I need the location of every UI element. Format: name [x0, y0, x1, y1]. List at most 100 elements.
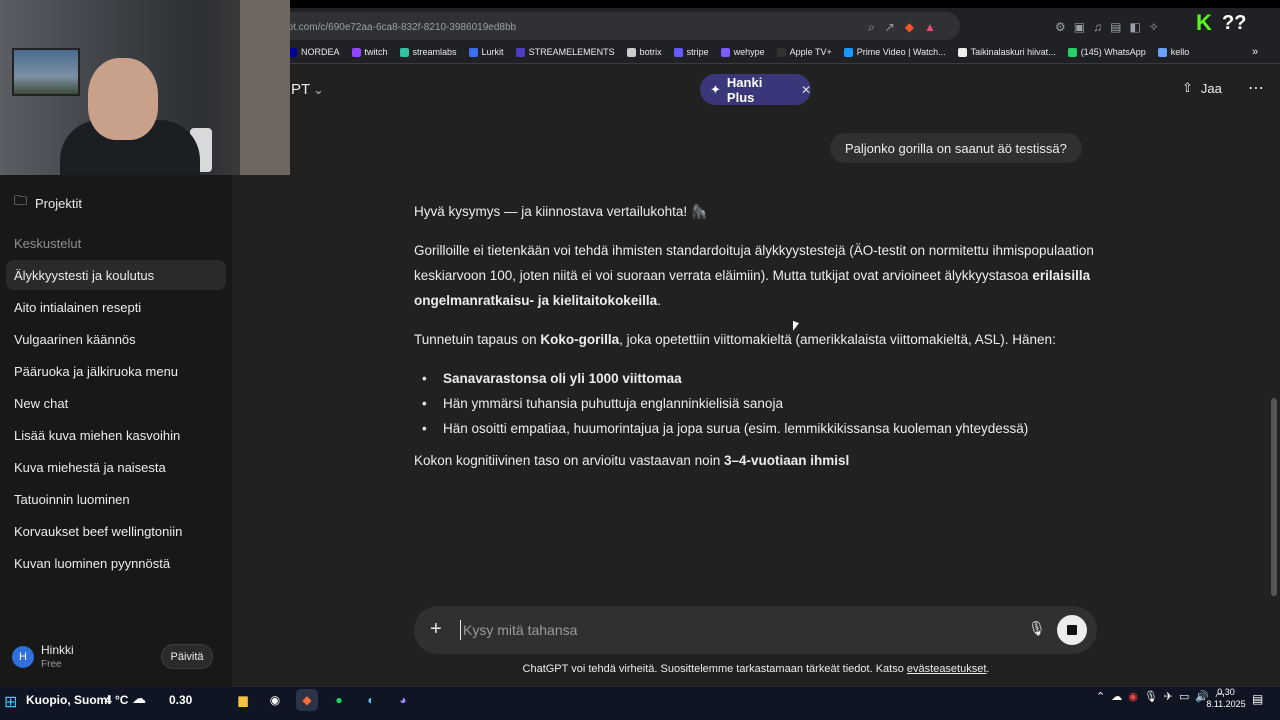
bookmark-item[interactable]: Taikinalaskuri hiivat... [957, 47, 1056, 57]
disclaimer: ChatGPT voi tehdä virheitä. Suosittelemm… [0, 663, 1280, 675]
security-icon[interactable]: ◉ [1128, 690, 1138, 703]
taskbar-clock[interactable]: 0.30 8.11.2025 [1206, 686, 1246, 710]
bookmark-label: twitch [364, 47, 388, 57]
cloud-tray-icon[interactable]: ☁ [1111, 690, 1122, 703]
telegram-icon[interactable]: ✈ [1164, 690, 1173, 703]
sidebar-conversation-item[interactable]: Vulgaarinen käännös [6, 324, 226, 354]
bookmark-item[interactable]: wehype [720, 47, 765, 57]
spotify-icon[interactable]: ● [328, 689, 350, 711]
file-explorer-icon[interactable]: ▆ [232, 689, 254, 711]
bookmark-favicon-icon [626, 47, 636, 57]
sidebar-conversation-item[interactable]: Pääruoka ja jälkiruoka menu [6, 356, 226, 386]
network-icon[interactable]: ▭ [1179, 690, 1189, 703]
mouse-cursor-icon [793, 320, 799, 334]
brave-shield-icon[interactable]: ◆ [905, 20, 914, 35]
bookmark-favicon-icon [351, 47, 361, 57]
steam-icon[interactable]: ◐ [360, 689, 382, 711]
weather-temperature[interactable]: 4 °C [105, 693, 128, 707]
sidebar-conversation-item[interactable]: Lisää kuva miehen kasvoihin [6, 420, 226, 450]
microphone-icon[interactable]: 🎙 [1028, 620, 1046, 637]
bookmark-item[interactable]: NORDEA [288, 47, 340, 57]
wallet-icon[interactable]: ◧ [1129, 20, 1140, 34]
leo-icon[interactable]: ✧ [1149, 20, 1159, 34]
sidebar-conversation-item[interactable]: Kuva miehestä ja naisesta [6, 452, 226, 482]
clock-date: 8.11.2025 [1206, 699, 1246, 709]
list-item: Hän osoitti empatiaa, huumorintajua ja j… [422, 418, 1092, 440]
bookmark-item[interactable]: stripe [673, 47, 709, 57]
sidebar-conversation-item[interactable]: Korvaukset beef wellingtoniin [6, 516, 226, 546]
bookmark-favicon-icon [468, 47, 478, 57]
bullet-text: Hän ymmärsi tuhansia puhuttuja englannin… [443, 396, 783, 411]
sidebar-toggle-icon[interactable]: ▤ [1110, 20, 1121, 34]
bookmark-item[interactable]: Lurkit [468, 47, 504, 57]
bookmark-favicon-icon [399, 47, 409, 57]
chevron-up-icon[interactable]: ⌃ [1096, 690, 1105, 703]
discord-icon[interactable]: ◕ [392, 689, 414, 711]
music-icon[interactable]: ♫ [1093, 20, 1102, 34]
brave-browser-icon[interactable]: ◆ [296, 689, 318, 711]
projects-label: Projektit [35, 195, 82, 211]
stop-generating-button[interactable] [1057, 615, 1087, 645]
disclaimer-end: . [986, 663, 990, 675]
more-options-icon[interactable]: ⋯ [1248, 78, 1265, 98]
sidebar-projects[interactable]: 🗀 Projektit [14, 192, 82, 214]
bookmark-label: (145) WhatsApp [1080, 47, 1146, 57]
reply-paragraph-3: Kokon kognitiivinen taso on arvioitu vas… [414, 448, 1104, 473]
stop-icon [1067, 625, 1077, 635]
cloud-icon: ☁ [132, 690, 146, 706]
bookmark-item[interactable]: (145) WhatsApp [1067, 47, 1146, 57]
url-text[interactable]: gpt.com/c/690e72aa-6ca8-832f-8210-398601… [282, 22, 516, 33]
sidebar-conversation-item[interactable]: Aito intialainen resepti [6, 292, 226, 322]
message-input[interactable] [460, 620, 1000, 640]
sidebar-conversation-item[interactable]: New chat [6, 388, 226, 418]
bookmark-item[interactable]: kello [1157, 47, 1189, 57]
brave-rewards-icon[interactable]: ▲ [924, 20, 936, 35]
bookmarks-more-icon[interactable]: » [1252, 46, 1258, 58]
screenshot-icon[interactable]: ▣ [1074, 20, 1085, 34]
sidebar-conversation-item[interactable]: Älykkyystesti ja koulutus [6, 260, 226, 290]
sidebar-conversation-item[interactable]: Kuvan luominen pyynnöstä [6, 548, 226, 578]
upgrade-plus-pill[interactable]: ✦ Hanki Plus ✕ [700, 74, 811, 105]
zoom-icon[interactable]: ⌕ [868, 20, 875, 35]
windows-start-icon[interactable]: ⊞ [4, 692, 17, 712]
cookie-settings-link[interactable]: evästeasetukset [907, 663, 987, 675]
bookmark-item[interactable]: streamlabs [399, 47, 457, 57]
reply-p2-end: , joka opetettiin viittomakieltä (amerik… [619, 332, 1056, 347]
add-attachment-icon[interactable]: + [430, 618, 442, 641]
bookmark-label: botrix [639, 47, 662, 57]
mic-tray-icon[interactable]: 🎙 [1144, 690, 1158, 703]
reply-paragraph-1: Gorilloille ei tietenkään voi tehdä ihmi… [414, 238, 1104, 313]
sparkle-icon: ✦ [710, 81, 721, 97]
bookmark-favicon-icon [1067, 47, 1077, 57]
model-selector-label[interactable]: PT [291, 81, 310, 98]
conversations-heading: Keskustelut [14, 236, 82, 251]
bookmark-item[interactable]: twitch [351, 47, 388, 57]
close-icon[interactable]: ✕ [801, 83, 811, 97]
user-name[interactable]: Hinkki [41, 643, 74, 657]
bookmark-item[interactable]: botrix [626, 47, 662, 57]
extensions-icon[interactable]: ⚙ [1055, 20, 1066, 34]
webcam-wall-picture [12, 48, 80, 96]
reply-p2-start: Tunnetuin tapaus on [414, 332, 541, 347]
bookmark-item[interactable]: STREAMELEMENTS [515, 47, 615, 57]
share-button[interactable]: ⇧ Jaa [1182, 80, 1222, 96]
disclaimer-text: ChatGPT voi tehdä virheitä. Suosittelemm… [522, 663, 907, 675]
obs-icon[interactable]: ◉ [264, 689, 286, 711]
notification-icon[interactable]: ▤ [1252, 692, 1263, 706]
sidebar-conversation-item[interactable]: Tatuoinnin luominen [6, 484, 226, 514]
share-label: Jaa [1200, 80, 1222, 96]
bookmark-favicon-icon [720, 47, 730, 57]
chevron-down-icon[interactable]: ⌄ [313, 82, 324, 98]
bookmark-favicon-icon [843, 47, 853, 57]
weather-location[interactable]: Kuopio, Suomi [26, 693, 111, 707]
bookmark-favicon-icon [515, 47, 525, 57]
scrollbar-thumb[interactable] [1271, 398, 1277, 596]
user-message-bubble: Paljonko gorilla on saanut äö testissä? [830, 133, 1082, 163]
bookmark-favicon-icon [1157, 47, 1167, 57]
reply-p3-start: Kokon kognitiivinen taso on arvioitu vas… [414, 453, 724, 468]
bookmark-item[interactable]: Apple TV+ [776, 47, 832, 57]
share-page-icon[interactable]: ↗ [885, 20, 895, 35]
weather-time: 0.30 [169, 693, 193, 707]
bookmark-item[interactable]: Prime Video | Watch... [843, 47, 946, 57]
webcam-overlay [0, 0, 290, 175]
